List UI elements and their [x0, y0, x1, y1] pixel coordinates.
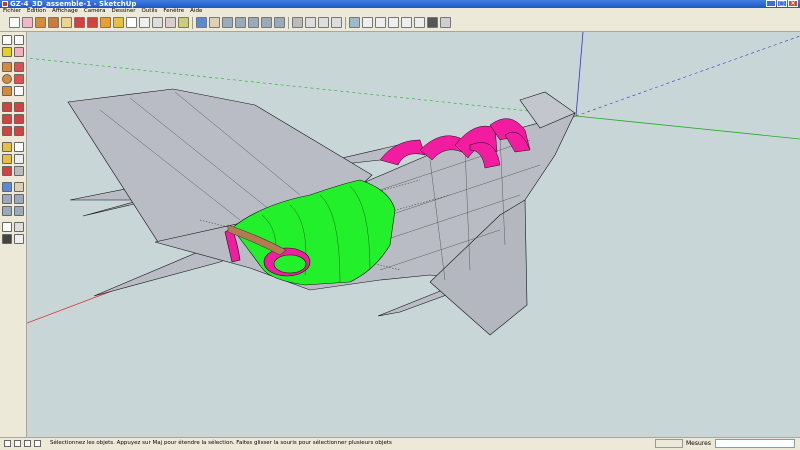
walk-icon[interactable] [305, 17, 316, 28]
zoom-window-tool-icon[interactable] [14, 194, 24, 204]
menu-fichier[interactable]: Fichier [3, 8, 21, 15]
rectangle-icon[interactable] [35, 17, 46, 28]
text-icon[interactable] [152, 17, 163, 28]
right-view-icon[interactable] [388, 17, 399, 28]
select-icon[interactable] [9, 17, 20, 28]
arc-tool-icon[interactable] [14, 74, 24, 84]
left-toolbar [0, 32, 27, 437]
menu-fenetre[interactable]: Fenêtre [163, 8, 184, 15]
zoom-extents-icon[interactable] [248, 17, 259, 28]
push-pull-tool-icon[interactable] [14, 102, 24, 112]
front-view-icon[interactable] [375, 17, 386, 28]
measures-input[interactable] [715, 439, 795, 448]
follow-me-tool-icon[interactable] [14, 114, 24, 124]
section-plane-tool-icon[interactable] [14, 234, 24, 244]
follow-me-icon[interactable] [87, 17, 98, 28]
freehand-tool-icon[interactable] [14, 86, 24, 96]
pan-icon[interactable] [209, 17, 220, 28]
main-toolbar [0, 15, 800, 32]
position-camera-icon[interactable] [292, 17, 303, 28]
rotate-icon[interactable] [74, 17, 85, 28]
paint-icon[interactable] [100, 17, 111, 28]
xray-icon[interactable] [427, 17, 438, 28]
text-tool-icon[interactable] [14, 154, 24, 164]
select-tool-icon[interactable] [2, 35, 12, 45]
model-canvas[interactable] [27, 32, 800, 437]
instructor-icon[interactable] [34, 440, 41, 447]
walk-tool-icon[interactable] [2, 234, 12, 244]
menu-outils[interactable]: Outils [141, 8, 157, 15]
tape-icon[interactable] [113, 17, 124, 28]
rectangle-tool-icon[interactable] [2, 62, 12, 72]
status-bar: Sélectionnez les objets. Appuyez sur Maj… [0, 437, 800, 450]
axes-icon[interactable] [165, 17, 176, 28]
status-message: Sélectionnez les objets. Appuyez sur Maj… [50, 440, 392, 446]
dimension-tool-icon[interactable] [14, 142, 24, 152]
eraser-tool-icon[interactable] [14, 47, 24, 57]
protractor-tool-icon[interactable] [2, 154, 12, 164]
3d-text-icon[interactable] [178, 17, 189, 28]
paint-bucket-icon[interactable] [2, 47, 12, 57]
look-around-tool-icon[interactable] [14, 222, 24, 232]
circle-tool-icon[interactable] [2, 74, 12, 84]
title-bar: GZ-4_3D_assemble-1 - SketchUp _ □ × [0, 0, 800, 8]
scale-tool-icon[interactable] [2, 126, 12, 136]
move-tool-icon[interactable] [2, 102, 12, 112]
protractor-icon[interactable] [139, 17, 150, 28]
sketchup-app-icon [2, 1, 8, 7]
minimize-button[interactable]: _ [766, 0, 776, 7]
zoom-icon[interactable] [222, 17, 233, 28]
make-component-icon[interactable] [14, 35, 24, 45]
blue-axis-dashed [575, 35, 800, 117]
wireframe-icon[interactable] [440, 17, 451, 28]
line-tool-icon[interactable] [14, 62, 24, 72]
status-divider-box [655, 439, 683, 448]
geo-location-icon[interactable] [4, 440, 11, 447]
iso-view-icon[interactable] [349, 17, 360, 28]
top-view-icon[interactable] [362, 17, 373, 28]
menu-aide[interactable]: Aide [190, 8, 202, 15]
section-icon[interactable] [331, 17, 342, 28]
left-view-icon[interactable] [414, 17, 425, 28]
close-button[interactable]: × [788, 0, 798, 7]
3d-text-tool-icon[interactable] [14, 166, 24, 176]
back-view-icon[interactable] [401, 17, 412, 28]
pan-tool-icon[interactable] [14, 182, 24, 192]
green-axis [575, 115, 800, 140]
previous-tool-icon[interactable] [2, 206, 12, 216]
measures-label: Mesures [686, 440, 711, 447]
polygon-tool-icon[interactable] [2, 86, 12, 96]
rotate-tool-icon[interactable] [2, 114, 12, 124]
blue-axis [575, 32, 584, 117]
next-view-icon[interactable] [274, 17, 285, 28]
orbit-tool-icon[interactable] [2, 182, 12, 192]
menu-bar: Fichier Edition Affichage Caméra Dessine… [0, 8, 800, 15]
zoom-extents-tool-icon[interactable] [14, 206, 24, 216]
maximize-button[interactable]: □ [777, 0, 787, 7]
push-pull-icon[interactable] [48, 17, 59, 28]
orbit-icon[interactable] [196, 17, 207, 28]
dimension-icon[interactable] [126, 17, 137, 28]
previous-view-icon[interactable] [261, 17, 272, 28]
menu-dessiner[interactable]: Dessiner [111, 8, 135, 15]
look-around-icon[interactable] [318, 17, 329, 28]
tape-measure-icon[interactable] [2, 142, 12, 152]
menu-edition[interactable]: Edition [27, 8, 46, 15]
menu-affichage[interactable]: Affichage [52, 8, 78, 15]
eraser-icon[interactable] [22, 17, 33, 28]
offset-tool-icon[interactable] [14, 126, 24, 136]
zoom-tool-icon[interactable] [2, 194, 12, 204]
position-camera-tool-icon[interactable] [2, 222, 12, 232]
model-viewport[interactable] [27, 32, 800, 437]
menu-camera[interactable]: Caméra [84, 8, 106, 15]
move-icon[interactable] [61, 17, 72, 28]
help-icon[interactable] [24, 440, 31, 447]
credits-icon[interactable] [14, 440, 21, 447]
zoom-window-icon[interactable] [235, 17, 246, 28]
axes-tool-icon[interactable] [2, 166, 12, 176]
window-title: GZ-4_3D_assemble-1 - SketchUp [10, 0, 137, 8]
